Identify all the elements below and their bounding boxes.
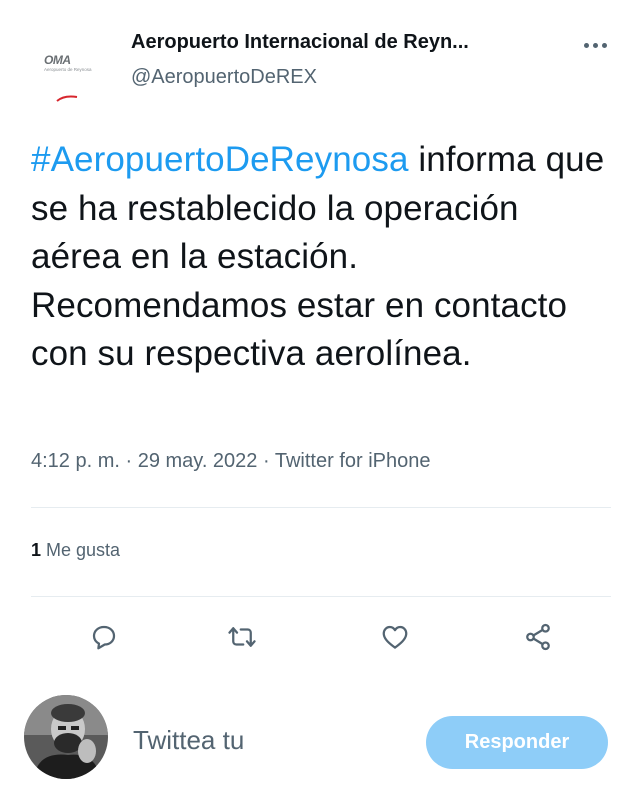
likes-stat[interactable]: 1 Me gusta xyxy=(31,540,120,561)
oma-swoosh-icon xyxy=(56,95,78,102)
user-avatar[interactable] xyxy=(24,695,108,779)
more-dot-icon xyxy=(592,42,598,48)
likes-count: 1 xyxy=(31,540,42,560)
reply-input[interactable] xyxy=(133,725,413,756)
meta-separator: · xyxy=(257,450,275,472)
retweet-button[interactable] xyxy=(220,615,264,659)
divider xyxy=(31,507,611,508)
tweet-text: #AeropuertoDeReynosa informa que se ha r… xyxy=(31,136,611,379)
meta-separator: · xyxy=(119,450,138,472)
logo-subtext: Aeropuerto de Reynosa xyxy=(44,67,92,72)
account-logo[interactable]: OMA Aeropuerto de Reynosa xyxy=(30,40,110,102)
reply-button[interactable] xyxy=(82,615,126,659)
tweet-source[interactable]: Twitter for iPhone xyxy=(275,450,431,472)
tweet-date[interactable]: 29 may. 2022 xyxy=(138,450,258,472)
more-dot-icon xyxy=(583,42,589,48)
avatar-photo-icon xyxy=(24,695,108,779)
likes-label: Me gusta xyxy=(41,540,121,560)
retweet-icon xyxy=(228,627,256,647)
logo-text: OMA xyxy=(44,53,71,67)
divider xyxy=(31,596,611,597)
more-options-button[interactable] xyxy=(575,30,615,60)
tweet-meta: 4:12 p. m. · 29 may. 2022 · Twitter for … xyxy=(31,450,430,473)
reply-submit-button[interactable]: Responder xyxy=(426,716,608,769)
reply-icon xyxy=(92,625,116,650)
share-button[interactable] xyxy=(516,615,560,659)
user-handle[interactable]: @AeropuertoDeREX xyxy=(131,66,317,89)
hashtag-link[interactable]: #AeropuertoDeReynosa xyxy=(31,140,409,179)
like-icon xyxy=(382,625,408,649)
share-icon xyxy=(526,623,550,651)
tweet-time[interactable]: 4:12 p. m. xyxy=(31,450,120,472)
display-name[interactable]: Aeropuerto Internacional de Reyn... xyxy=(131,31,469,54)
tweet-header: OMA Aeropuerto de Reynosa Aeropuerto Int… xyxy=(0,0,628,110)
like-button[interactable] xyxy=(373,615,417,659)
more-dot-icon xyxy=(601,42,607,48)
